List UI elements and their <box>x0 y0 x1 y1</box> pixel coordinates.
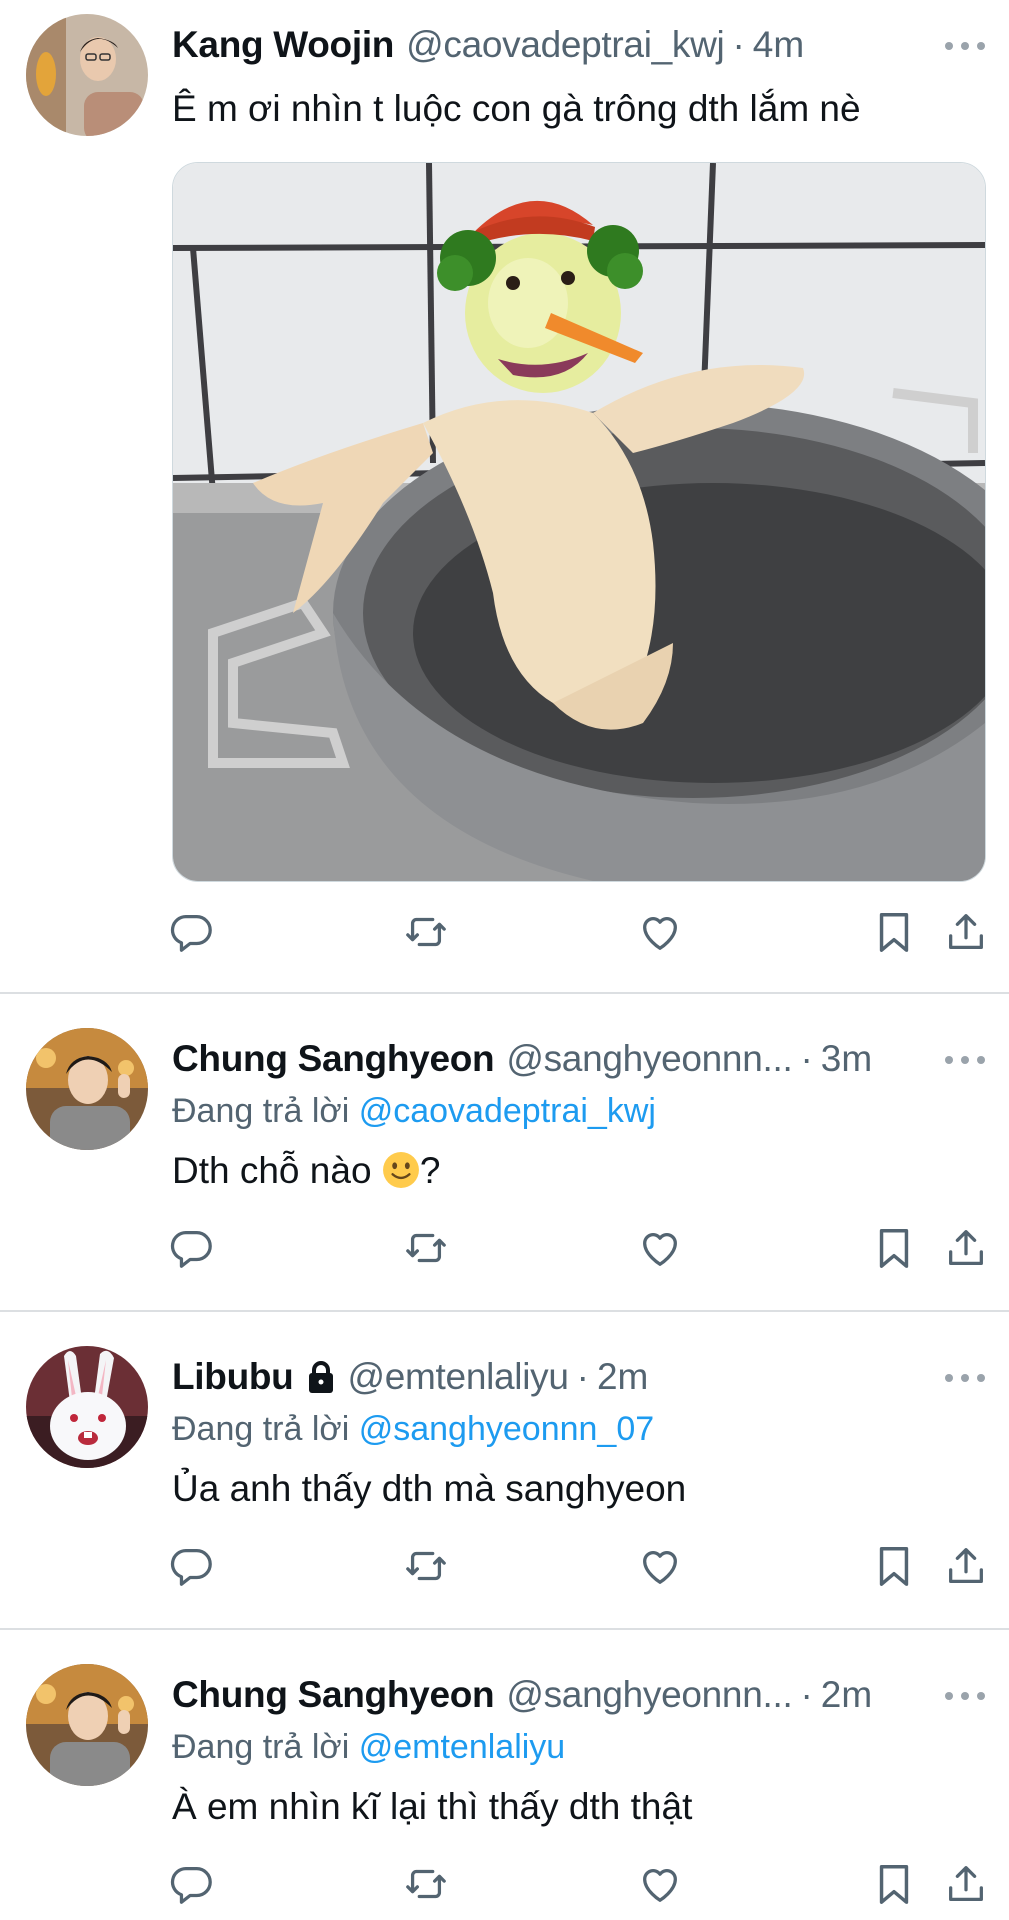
tweet-2[interactable]: Chung Sanghyeon @sanghyeonnn... · 3m Đan… <box>0 994 1009 1310</box>
separator-dot: · <box>732 24 745 65</box>
display-name[interactable]: Chung Sanghyeon <box>172 1038 495 1080</box>
more-dots-icon[interactable] <box>945 36 985 56</box>
tweet-text-main: Dth chỗ nào <box>172 1150 372 1191</box>
timestamp[interactable]: 2m <box>597 1356 648 1398</box>
like-button[interactable] <box>632 904 688 960</box>
like-button[interactable] <box>632 1856 688 1912</box>
retweet-button[interactable] <box>398 1220 454 1276</box>
heart-icon <box>637 909 683 955</box>
mention-link[interactable]: @caovadeptrai_kwj <box>359 1092 656 1130</box>
username[interactable]: @emtenlaliyu <box>348 1356 569 1398</box>
tweet-actions <box>0 1538 1009 1598</box>
like-button[interactable] <box>632 1220 688 1276</box>
comment-bubble-icon <box>169 1861 215 1907</box>
tweet-3[interactable]: Libubu @emtenlaliyu · 2m Đang trả lời @s… <box>0 1312 1009 1628</box>
share-upload-icon <box>943 909 989 955</box>
avatar[interactable] <box>26 1664 148 1786</box>
tweet-4[interactable]: Chung Sanghyeon @sanghyeonnn... · 2m Đan… <box>0 1630 1009 1920</box>
tweet-text: Ê m ơi nhìn t luộc con gà trông dth lắm … <box>172 88 861 129</box>
retweet-icon <box>403 1225 449 1271</box>
tweet-header: Kang Woojin @caovadeptrai_kwj · 4m <box>172 20 804 70</box>
username[interactable]: @sanghyeonnn... <box>506 1674 792 1716</box>
reply-button[interactable] <box>164 1538 220 1594</box>
share-button[interactable] <box>938 1220 994 1276</box>
tweet-header: Chung Sanghyeon @sanghyeonnn... · 2m <box>172 1670 872 1720</box>
replying-to-label: Đang trả lời <box>172 1410 350 1448</box>
bookmark-button[interactable] <box>866 904 922 960</box>
retweet-icon <box>403 909 449 955</box>
separator-dot: · <box>576 1356 589 1397</box>
retweet-button[interactable] <box>398 904 454 960</box>
retweet-button[interactable] <box>398 1856 454 1912</box>
separator-dot: · <box>800 1674 813 1715</box>
replying-to-label: Đang trả lời <box>172 1092 350 1130</box>
tweet-photo[interactable] <box>172 162 986 882</box>
heart-icon <box>637 1225 683 1271</box>
mention-link[interactable]: @sanghyeonnn_07 <box>359 1410 654 1448</box>
heart-icon <box>637 1543 683 1589</box>
tweet-text: Ủa anh thấy dth mà sanghyeon <box>172 1468 687 1509</box>
replying-to-label: Đang trả lời <box>172 1728 350 1766</box>
heart-icon <box>637 1861 683 1907</box>
display-name[interactable]: Kang Woojin <box>172 24 394 66</box>
bookmark-icon <box>871 1225 917 1271</box>
mention-link[interactable]: @emtenlaliyu <box>359 1728 566 1766</box>
share-button[interactable] <box>938 1856 994 1912</box>
tweet-actions <box>0 904 1009 964</box>
share-upload-icon <box>943 1861 989 1907</box>
replying-to: Đang trả lời @sanghyeonnn_07 <box>172 1410 654 1449</box>
replying-to: Đang trả lời @emtenlaliyu <box>172 1728 565 1767</box>
display-name[interactable]: Libubu <box>172 1356 294 1398</box>
reply-button[interactable] <box>164 1220 220 1276</box>
bookmark-button[interactable] <box>866 1856 922 1912</box>
tweet-text: À em nhìn kĩ lại thì thấy dth thật <box>172 1786 693 1827</box>
username[interactable]: @caovadeptrai_kwj <box>406 24 725 66</box>
timestamp[interactable]: 4m <box>753 24 804 66</box>
retweet-button[interactable] <box>398 1538 454 1594</box>
more-dots-icon[interactable] <box>945 1686 985 1706</box>
comment-bubble-icon <box>169 909 215 955</box>
tweet-header: Libubu @emtenlaliyu · 2m <box>172 1352 648 1402</box>
comment-bubble-icon <box>169 1225 215 1271</box>
comment-bubble-icon <box>169 1543 215 1589</box>
lock-icon <box>308 1361 333 1393</box>
tweet-text: Dth chỗ nào ? <box>172 1150 440 1192</box>
replying-to: Đang trả lời @caovadeptrai_kwj <box>172 1092 656 1131</box>
reply-button[interactable] <box>164 1856 220 1912</box>
tweet-text-end: ? <box>419 1150 441 1191</box>
slightly-smiling-face-emoji <box>382 1152 419 1188</box>
tweet-actions <box>0 1220 1009 1280</box>
bookmark-button[interactable] <box>866 1538 922 1594</box>
avatar[interactable] <box>26 14 148 136</box>
avatar[interactable] <box>26 1346 148 1468</box>
more-dots-icon[interactable] <box>945 1368 985 1388</box>
share-upload-icon <box>943 1543 989 1589</box>
timestamp[interactable]: 2m <box>821 1674 872 1716</box>
retweet-icon <box>403 1861 449 1907</box>
separator-dot: · <box>800 1038 813 1079</box>
display-name[interactable]: Chung Sanghyeon <box>172 1674 495 1716</box>
username[interactable]: @sanghyeonnn... <box>506 1038 792 1080</box>
more-dots-icon[interactable] <box>945 1050 985 1070</box>
avatar[interactable] <box>26 1028 148 1150</box>
reply-button[interactable] <box>164 904 220 960</box>
tweet-header: Chung Sanghyeon @sanghyeonnn... · 3m <box>172 1034 872 1084</box>
retweet-icon <box>403 1543 449 1589</box>
like-button[interactable] <box>632 1538 688 1594</box>
timestamp[interactable]: 3m <box>821 1038 872 1080</box>
share-upload-icon <box>943 1225 989 1271</box>
share-button[interactable] <box>938 904 994 960</box>
bookmark-icon <box>871 1861 917 1907</box>
tweet-actions <box>0 1856 1009 1916</box>
bookmark-button[interactable] <box>866 1220 922 1276</box>
share-button[interactable] <box>938 1538 994 1594</box>
tweet-1[interactable]: Kang Woojin @caovadeptrai_kwj · 4m Ê m ơ… <box>0 0 1009 992</box>
bookmark-icon <box>871 909 917 955</box>
bookmark-icon <box>871 1543 917 1589</box>
